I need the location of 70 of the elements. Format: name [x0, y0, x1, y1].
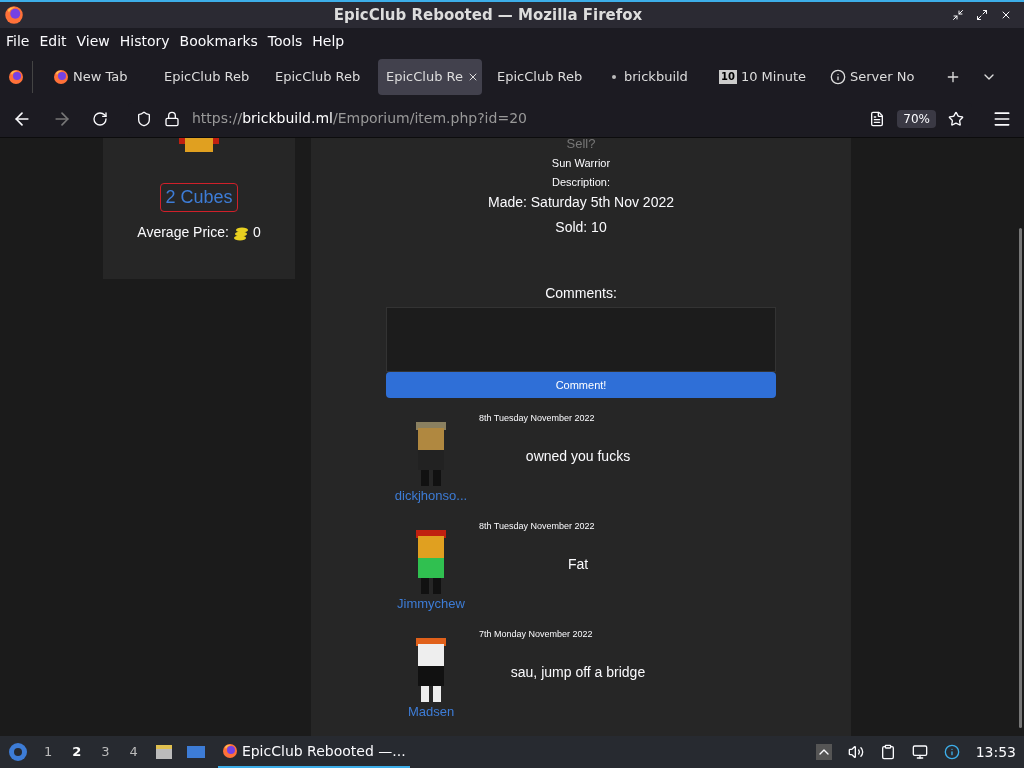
comments-label: Comments: — [545, 284, 617, 304]
comment-text: Fat — [566, 554, 590, 574]
menu-item[interactable]: View — [76, 30, 110, 52]
made-date: Made: Saturday 5th Nov 2022 — [488, 193, 674, 213]
comment-username[interactable]: Madsen — [407, 702, 455, 722]
description-label: Description: — [551, 174, 611, 190]
menu-item[interactable]: Tools — [267, 30, 303, 52]
firefox-icon — [221, 743, 238, 759]
comment-field[interactable] — [386, 307, 776, 373]
comment-date: 7th Monday November 2022 — [479, 628, 593, 641]
scrollbar-thumb[interactable] — [1019, 228, 1022, 728]
firefox-icon — [53, 69, 69, 85]
menu-item[interactable]: History — [119, 30, 170, 52]
browser-tab[interactable]: Server No — [822, 59, 926, 95]
sold-count: Sold: 10 — [555, 218, 607, 238]
close-tab-icon[interactable] — [467, 71, 479, 83]
app-launcher-icon[interactable] — [8, 742, 28, 762]
comment-text: owned you fucks — [524, 446, 632, 466]
browser-tab[interactable]: 10 10 Minute — [711, 59, 815, 95]
lock-icon[interactable] — [164, 110, 180, 127]
workspace-button[interactable]: 3 — [97, 742, 114, 762]
shield-icon[interactable] — [136, 110, 152, 127]
menu-item[interactable]: File — [6, 30, 30, 52]
reader-view-icon[interactable] — [869, 110, 886, 127]
avatar-figure — [414, 638, 448, 702]
item-name: Sun Warrior — [551, 156, 611, 172]
comment-text: sau, jump off a bridge — [509, 662, 647, 682]
average-price-value: 0 — [252, 223, 261, 242]
browser-tab[interactable]: EpicClub Reb — [489, 59, 593, 95]
clock[interactable]: 13:53 — [975, 741, 1016, 763]
menu-item[interactable]: Edit — [39, 30, 67, 52]
url-text: https://brickbuild.ml/Emporium/item.php?id=20 — [192, 109, 527, 128]
clipboard-icon[interactable] — [879, 744, 896, 760]
avatar-figure — [414, 422, 448, 486]
average-price-label: Average Price: — [137, 223, 229, 242]
info-icon — [830, 69, 846, 85]
browser-tab[interactable]: EpicClub Reb — [156, 59, 260, 95]
firefox-icon — [8, 69, 24, 85]
close-icon[interactable] — [1000, 9, 1012, 21]
firefox-icon — [4, 5, 24, 25]
zoom-level-button[interactable]: 70% — [897, 109, 936, 128]
comment-date: 8th Tuesday November 2022 — [479, 520, 595, 533]
workspace-button[interactable]: 4 — [125, 742, 142, 762]
volume-icon[interactable] — [847, 744, 864, 760]
comment-date: 8th Tuesday November 2022 — [479, 412, 595, 425]
price-button[interactable]: 2 Cubes — [160, 183, 238, 212]
network-icon[interactable] — [911, 744, 928, 760]
browser-tab[interactable]: brickbuild — [600, 59, 704, 95]
comment-button[interactable]: Comment! — [386, 372, 776, 398]
browser-tab[interactable]: New Tab — [45, 59, 149, 95]
file-manager-icon[interactable] — [153, 742, 174, 762]
reload-icon[interactable] — [92, 110, 108, 127]
menu-item[interactable]: Help — [312, 30, 345, 52]
notification-icon[interactable] — [943, 744, 960, 760]
site-icon: 10 — [719, 70, 737, 84]
bookmark-star-icon[interactable] — [948, 110, 964, 127]
comment-username[interactable]: Jimmychew — [397, 594, 465, 614]
workspace-button[interactable]: 1 — [40, 742, 57, 762]
avatar-figure — [414, 530, 448, 594]
window-title: EpicClub Rebooted — Mozilla Firefox — [332, 4, 644, 26]
menu-item[interactable]: Bookmarks — [179, 30, 258, 52]
minimize-icon[interactable] — [952, 9, 964, 21]
comment-username[interactable]: dickjhonso... — [394, 486, 468, 506]
browser-tab[interactable]: EpicClub Reb — [267, 59, 371, 95]
browser-tab[interactable]: EpicClub Re — [378, 59, 482, 95]
tray-expand-icon[interactable] — [815, 744, 832, 760]
workspace-button[interactable]: 2 — [68, 742, 86, 762]
new-tab-icon[interactable] — [945, 69, 961, 85]
maximize-icon[interactable] — [976, 9, 988, 21]
taskbar-window-button[interactable]: EpicClub Rebooted —... — [217, 736, 410, 768]
